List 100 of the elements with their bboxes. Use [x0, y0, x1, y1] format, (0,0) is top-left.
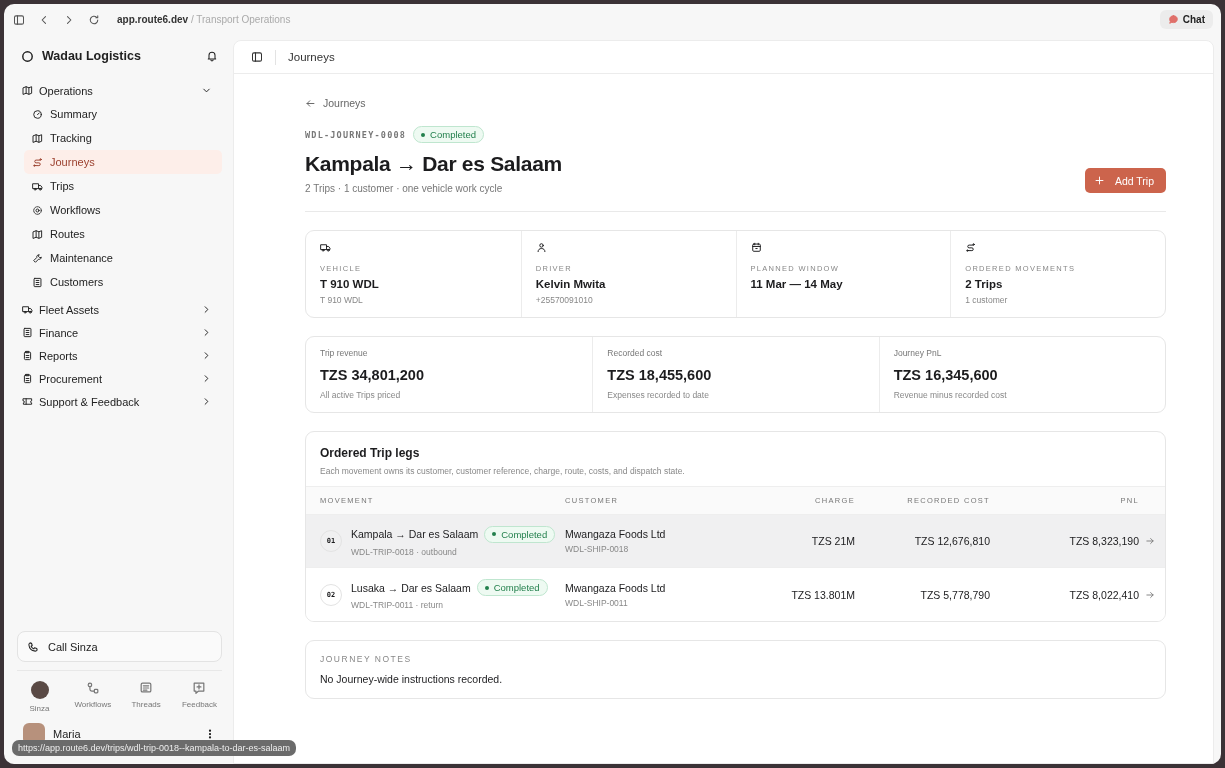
- nav-icon: [32, 156, 43, 168]
- nav-item[interactable]: Trips: [24, 174, 222, 198]
- fact-icon: [750, 242, 762, 253]
- fact-icon: [535, 242, 547, 253]
- nodes-icon: [85, 681, 100, 695]
- pnl-value: TZS 8,022,410: [1068, 588, 1139, 601]
- nav-item[interactable]: Customers: [24, 270, 222, 294]
- fact-icon: [320, 242, 331, 253]
- nav-icon: [22, 304, 33, 315]
- cost-value: TZS 12,676,810: [913, 535, 990, 547]
- logo-circle-icon: [21, 49, 34, 63]
- charge-value: TZS 21M: [810, 535, 855, 547]
- fact-detail: T 910 WDL: [320, 295, 363, 305]
- metric-label: Recorded cost: [607, 348, 663, 358]
- metric-detail: Revenue minus recorded cost: [893, 390, 1007, 400]
- nav-icon: [22, 396, 33, 407]
- nav-group[interactable]: Fleet Assets: [17, 298, 222, 321]
- brand-name: Wadau Logistics: [42, 49, 142, 63]
- arrow-right-icon[interactable]: [1145, 536, 1155, 546]
- dock-button[interactable]: Workflows: [70, 681, 116, 713]
- fact-value: Kelvin Mwita: [535, 278, 606, 290]
- section-description: Each movement owns its customer, customer reference, charge, route, costs, and dispatch state.: [320, 466, 686, 476]
- trip-route: Lusaka → Dar es Salaam: [351, 581, 471, 594]
- nav-icon: [32, 228, 43, 240]
- fact-detail: +25570091010: [535, 295, 593, 305]
- metric-label: Trip revenue: [320, 348, 368, 358]
- nav-group[interactable]: Procurement: [17, 367, 222, 390]
- fact-icon: [965, 242, 977, 253]
- sidebar-toggle-icon[interactable]: [251, 51, 263, 63]
- journey-id: WDL-JOURNEY-0008: [305, 129, 407, 140]
- page-title: Journeys: [288, 51, 335, 63]
- nav-icon: [22, 85, 33, 96]
- status-badge: Completed: [484, 525, 556, 543]
- threads-icon: [139, 681, 154, 695]
- nav-item[interactable]: Maintenance: [24, 246, 222, 270]
- metric-detail: All active Trips priced: [320, 390, 401, 400]
- notes-text: No Journey-wide instructions recorded.: [320, 673, 504, 685]
- dock-button[interactable]: Feedback: [177, 681, 222, 713]
- pnl-value: TZS 8,323,190: [1068, 535, 1139, 547]
- nav-item[interactable]: Tracking: [24, 126, 222, 150]
- phone-icon: [27, 640, 39, 653]
- status-badge: Completed: [476, 579, 548, 596]
- chat-icon: [1167, 14, 1179, 25]
- metric-detail: Expenses recorded to date: [607, 390, 709, 400]
- address-bar[interactable]: app.route6.dev / Transport Operations: [117, 14, 291, 25]
- back-link[interactable]: Journeys: [305, 97, 366, 109]
- feedback-icon: [192, 681, 207, 695]
- charge-value: TZS 13.801M: [790, 588, 855, 601]
- nav-group[interactable]: Finance: [17, 321, 222, 344]
- nav-group[interactable]: Operations: [17, 79, 222, 102]
- nav-icon: [32, 252, 43, 264]
- chat-button[interactable]: Chat: [1159, 10, 1213, 29]
- nav-item[interactable]: Summary: [24, 102, 222, 126]
- add-trip-button[interactable]: Add Trip: [1084, 168, 1166, 193]
- nav-icon: [32, 276, 43, 288]
- status-badge: Completed: [413, 126, 485, 143]
- fact-value: T 910 WDL: [320, 278, 379, 290]
- fact-detail: 1 customer: [965, 295, 1008, 305]
- fact-value: 11 Mar — 14 May: [750, 278, 843, 290]
- nav-item[interactable]: Routes: [24, 222, 222, 246]
- nav-icon: [22, 373, 33, 384]
- journey-summary: 2 Trips · 1 customer · one vehicle work cycle: [305, 183, 504, 194]
- nav-icon: [32, 132, 43, 144]
- metric-label: Journey PnL: [893, 348, 942, 358]
- metric-value: TZS 34,801,200: [320, 367, 424, 383]
- metric-value: TZS 16,345,600: [893, 367, 998, 383]
- nav-item[interactable]: Journeys: [24, 150, 222, 174]
- nav-group[interactable]: Support & Feedback: [17, 390, 222, 413]
- arrow-left-icon: [305, 97, 316, 109]
- nav-item[interactable]: Workflows: [24, 198, 222, 222]
- plus-icon: [1093, 175, 1105, 186]
- dock-button[interactable]: Sinza: [17, 681, 62, 713]
- metric-value: TZS 18,455,600: [607, 367, 712, 383]
- trip-reference: WDL-TRIP-0011 · return: [351, 600, 444, 610]
- section-title: Ordered Trip legs: [320, 446, 421, 460]
- journey-title: Kampala → Dar es Salaam: [305, 152, 562, 176]
- call-button[interactable]: Call Sinza: [17, 631, 222, 662]
- cost-value: TZS 5,778,790: [919, 588, 990, 601]
- nav-icon: [32, 108, 43, 120]
- customer-name: Mwangaza Foods Ltd: [565, 528, 666, 540]
- bell-icon[interactable]: [206, 50, 218, 62]
- nav-icon: [22, 327, 33, 338]
- dock-button[interactable]: Threads: [123, 681, 169, 713]
- sidebar-toggle-icon[interactable]: [13, 13, 25, 26]
- customer-name: Mwangaza Foods Ltd: [565, 581, 666, 594]
- trip-route: Kampala → Dar es Salaam: [351, 528, 479, 540]
- link-preview: https://app.route6.dev/trips/wdl-trip-0018--kampala-to-dar-es-salaam: [12, 740, 297, 756]
- nav-icon: [32, 180, 43, 192]
- trip-reference: WDL-TRIP-0018 · outbound: [351, 546, 458, 557]
- nav-icon: [22, 350, 33, 361]
- nav-icon: [32, 204, 43, 216]
- reload-icon[interactable]: [88, 13, 100, 26]
- arrow-right-icon[interactable]: [1145, 589, 1155, 600]
- customer-reference: WDL-SHIP-0011: [565, 597, 628, 608]
- customer-reference: WDL-SHIP-0018: [565, 544, 629, 554]
- user-name: Maria: [53, 728, 82, 740]
- avatar: [30, 681, 49, 699]
- nav-group[interactable]: Reports: [17, 344, 222, 367]
- fact-value: 2 Trips: [965, 278, 1003, 290]
- notes-label: JOURNEY NOTES: [320, 654, 413, 664]
